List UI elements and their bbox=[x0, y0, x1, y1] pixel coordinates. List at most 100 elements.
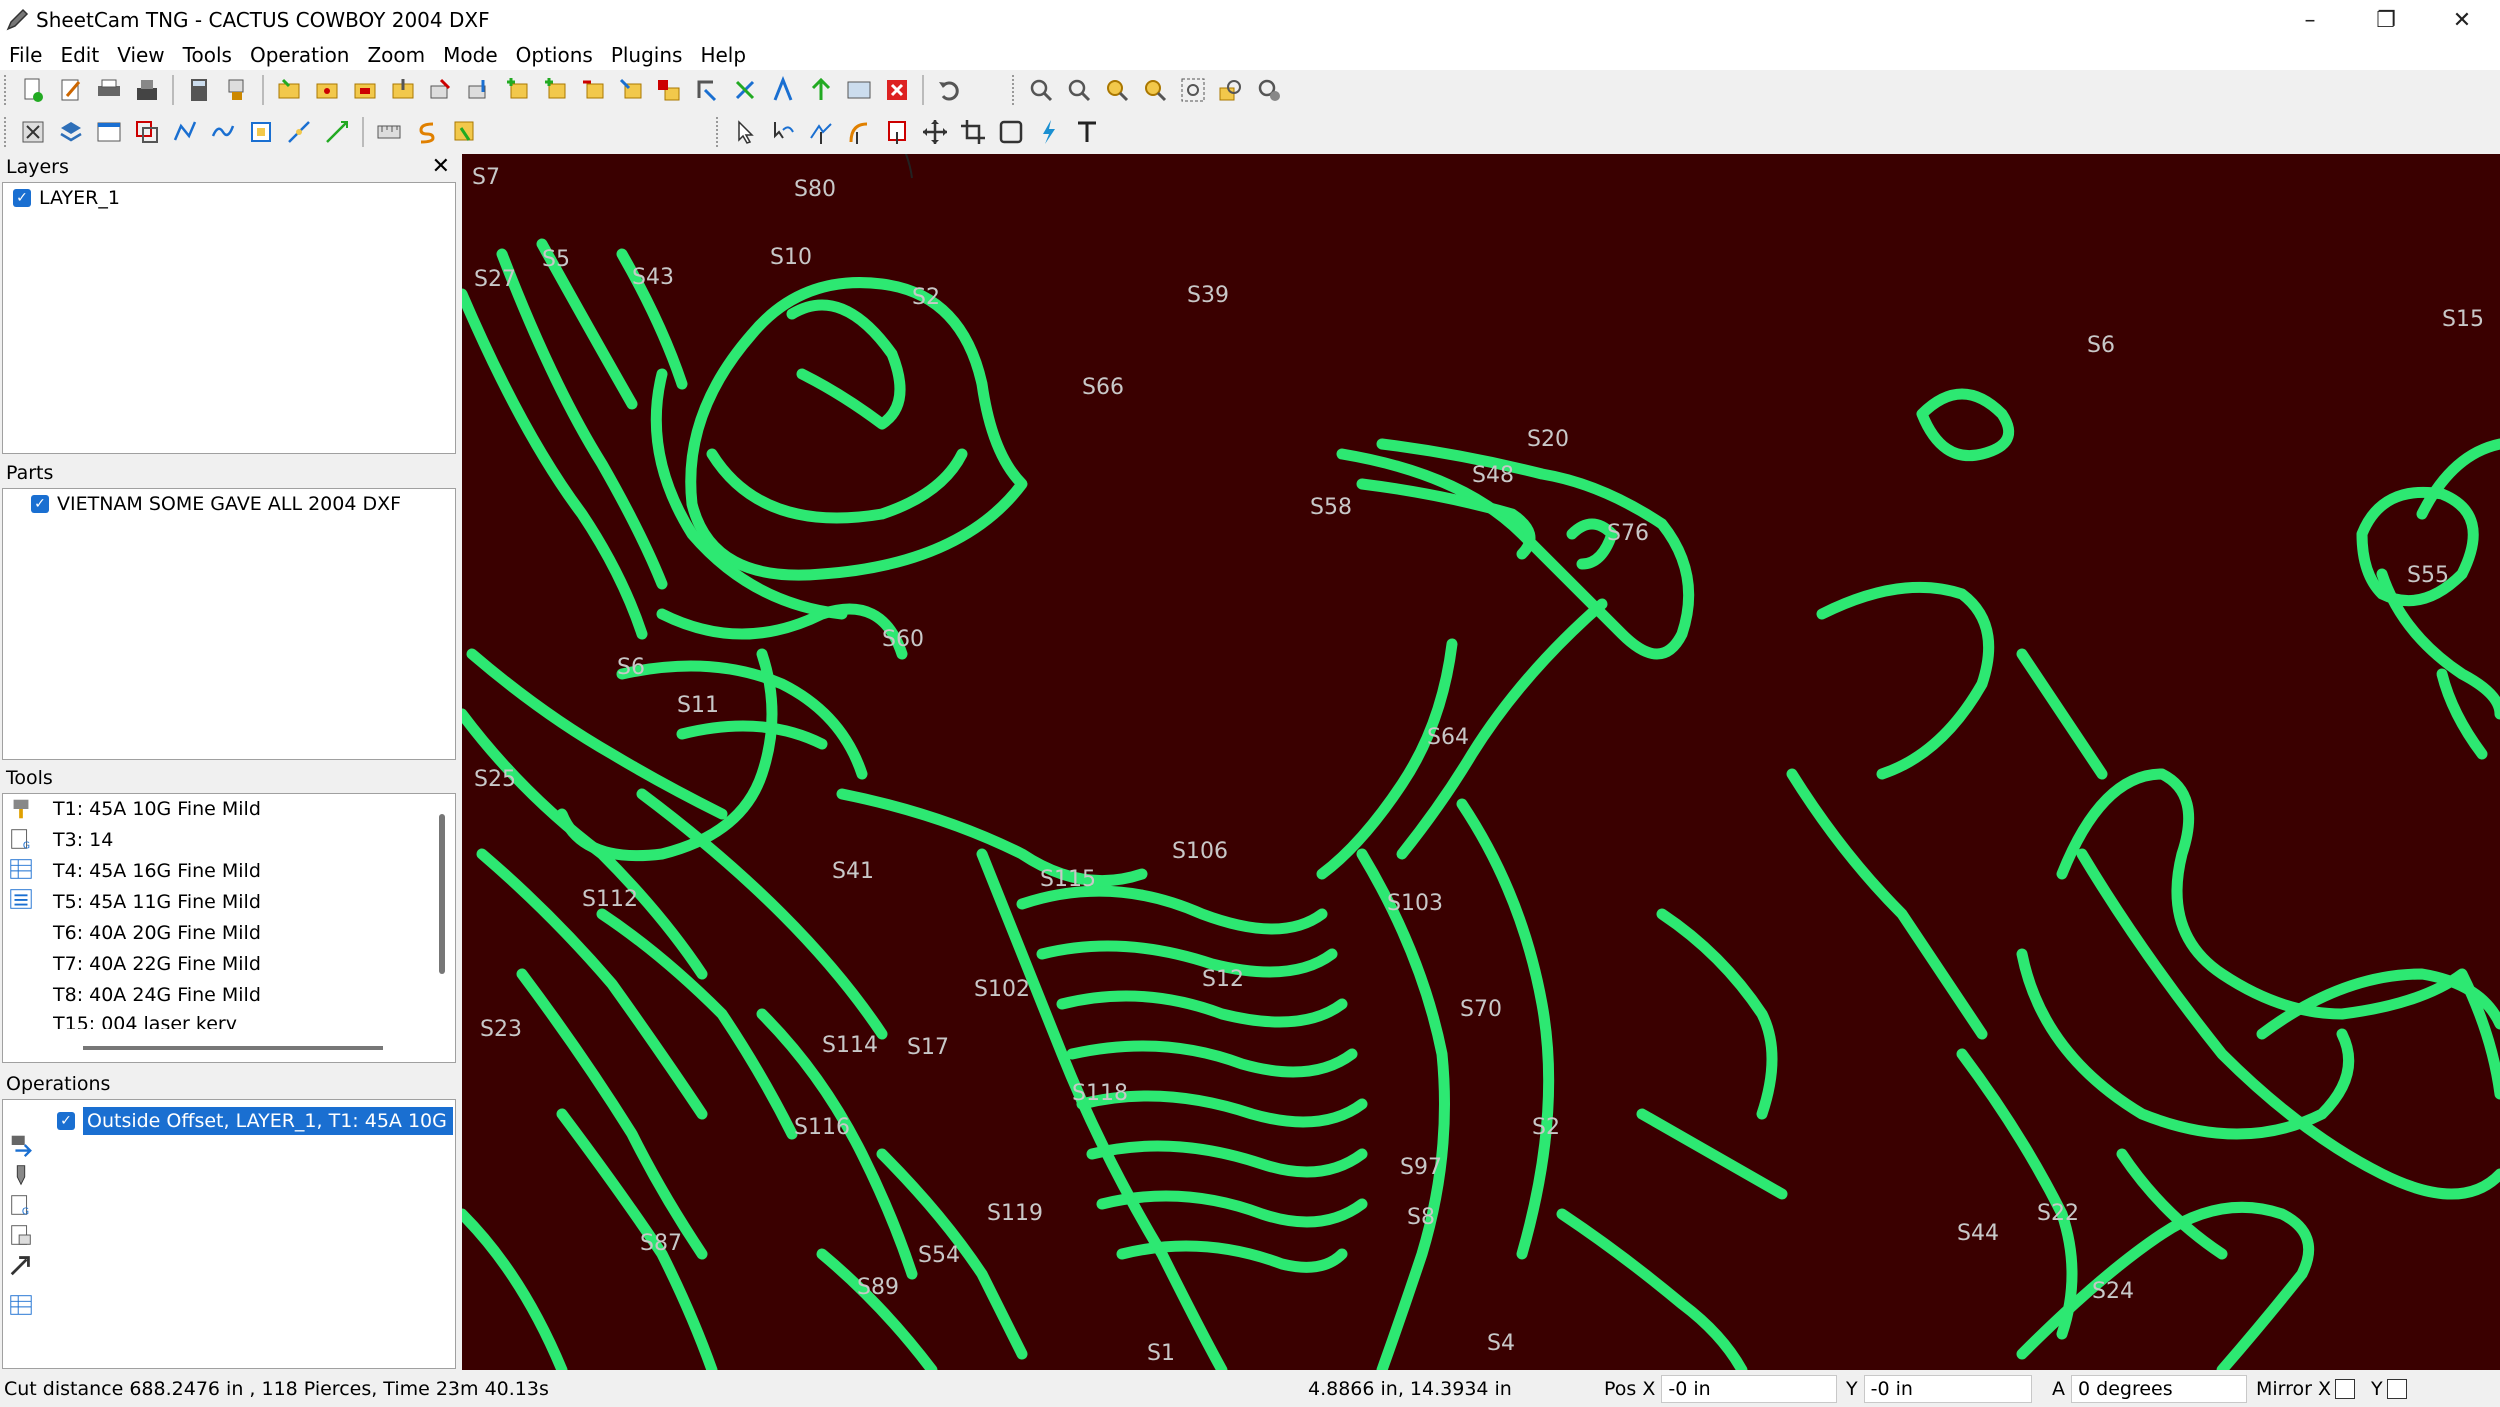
tools-horizontal-scrollbar[interactable] bbox=[83, 1046, 383, 1050]
minimize-button[interactable]: – bbox=[2272, 0, 2348, 40]
tool-item[interactable]: T1: 45A 10G Fine Mild bbox=[53, 794, 429, 825]
crop-icon[interactable] bbox=[956, 115, 990, 149]
menu-file[interactable]: File bbox=[0, 43, 51, 67]
select-path-icon[interactable] bbox=[766, 115, 800, 149]
menu-zoom[interactable]: Zoom bbox=[358, 43, 434, 67]
zoom-out-icon[interactable] bbox=[1062, 73, 1096, 107]
drawing-canvas[interactable]: S7 S80 S27 S5 S43 S10 S2 S39 S66 S20 S48… bbox=[462, 154, 2500, 1370]
op-lead-icon[interactable] bbox=[690, 73, 724, 107]
window-icon[interactable] bbox=[92, 115, 126, 149]
zoom-settings-icon[interactable] bbox=[1252, 73, 1286, 107]
zoom-extents-icon[interactable] bbox=[1176, 73, 1210, 107]
part-checkbox[interactable]: ✓ bbox=[31, 495, 49, 513]
menu-edit[interactable]: Edit bbox=[51, 43, 108, 67]
tool-item[interactable]: T8: 40A 24G Fine Mild bbox=[53, 980, 429, 1011]
script-icon[interactable] bbox=[410, 115, 444, 149]
menu-plugins[interactable]: Plugins bbox=[602, 43, 692, 67]
op-arrow-icon[interactable] bbox=[5, 1250, 37, 1280]
zoom-all-icon[interactable] bbox=[1138, 73, 1172, 107]
op-table-icon[interactable] bbox=[5, 1290, 37, 1320]
op-tab-icon[interactable] bbox=[652, 73, 686, 107]
post-process-icon[interactable] bbox=[130, 73, 164, 107]
tool-item[interactable]: T15: 004 laser kerv bbox=[53, 1011, 429, 1029]
toolbar-grip[interactable] bbox=[4, 75, 10, 105]
pos-x-input[interactable]: -0 in bbox=[1661, 1375, 1838, 1403]
op-engrave-icon[interactable] bbox=[424, 73, 458, 107]
zoom-window-icon[interactable] bbox=[1100, 73, 1134, 107]
machine-icon[interactable] bbox=[220, 73, 254, 107]
layer-checkbox[interactable]: ✓ bbox=[13, 189, 31, 207]
restore-button[interactable]: ❐ bbox=[2348, 0, 2424, 40]
measure-icon[interactable] bbox=[372, 115, 406, 149]
toolbar-grip-3[interactable] bbox=[716, 117, 722, 147]
zoom-in-icon[interactable] bbox=[1024, 73, 1058, 107]
op-doc2-icon[interactable] bbox=[5, 1220, 37, 1250]
calculator-icon[interactable] bbox=[182, 73, 216, 107]
undo-icon[interactable] bbox=[932, 73, 966, 107]
op-doc-icon[interactable]: G bbox=[5, 1190, 37, 1220]
tool-edit-icon[interactable]: G bbox=[5, 824, 37, 854]
tool-item[interactable]: T3: 14 bbox=[53, 825, 429, 856]
op-tool-icon[interactable] bbox=[5, 1160, 37, 1190]
menu-mode[interactable]: Mode bbox=[434, 43, 507, 67]
op-drill-icon[interactable] bbox=[386, 73, 420, 107]
edit-path-icon[interactable] bbox=[804, 115, 838, 149]
select-arrow-icon[interactable] bbox=[728, 115, 762, 149]
frame-icon[interactable] bbox=[994, 115, 1028, 149]
toolbar-grip-zoom[interactable] bbox=[1012, 75, 1018, 105]
tab-tool-icon[interactable] bbox=[448, 115, 482, 149]
operation-item[interactable]: ✓ Outside Offset, LAYER_1, T1: 45A 10G F… bbox=[57, 1106, 453, 1136]
layers-close-icon[interactable]: ✕ bbox=[432, 154, 450, 180]
tools-vertical-scrollbar[interactable] bbox=[439, 814, 445, 974]
op-pocket-icon[interactable] bbox=[348, 73, 382, 107]
path-wave-icon[interactable] bbox=[206, 115, 240, 149]
toolbar-grip-2[interactable] bbox=[4, 117, 10, 147]
offset-box-icon[interactable] bbox=[244, 115, 278, 149]
lightning-icon[interactable] bbox=[1032, 115, 1066, 149]
tool-item[interactable]: T5: 45A 11G Fine Mild bbox=[53, 887, 429, 918]
tool-item[interactable]: T4: 45A 16G Fine Mild bbox=[53, 856, 429, 887]
diagonal-tool-icon[interactable] bbox=[320, 115, 354, 149]
op-sort-icon[interactable] bbox=[766, 73, 800, 107]
options-icon[interactable] bbox=[16, 115, 50, 149]
path-node-icon[interactable] bbox=[168, 115, 202, 149]
op-add-icon[interactable] bbox=[5, 1130, 37, 1160]
close-window-button[interactable]: ✕ bbox=[2424, 0, 2500, 40]
op-split-icon[interactable] bbox=[804, 73, 838, 107]
op-plus-alt-icon[interactable] bbox=[538, 73, 572, 107]
menu-options[interactable]: Options bbox=[507, 43, 602, 67]
zoom-part-icon[interactable] bbox=[1214, 73, 1248, 107]
menu-view[interactable]: View bbox=[108, 43, 173, 67]
mirror-y-checkbox[interactable] bbox=[2386, 1379, 2407, 1399]
pos-y-input[interactable]: -0 in bbox=[1863, 1375, 2032, 1403]
move-icon[interactable] bbox=[918, 115, 952, 149]
view-icon[interactable] bbox=[842, 73, 876, 107]
start-point-icon[interactable] bbox=[842, 115, 876, 149]
menu-help[interactable]: Help bbox=[691, 43, 755, 67]
menu-operation[interactable]: Operation bbox=[241, 43, 359, 67]
tool-item[interactable]: T6: 40A 20G Fine Mild bbox=[53, 918, 429, 949]
op-profile-icon[interactable] bbox=[462, 73, 496, 107]
menu-tools[interactable]: Tools bbox=[174, 43, 241, 67]
new-file-icon[interactable] bbox=[16, 73, 50, 107]
op-plus-icon[interactable] bbox=[500, 73, 534, 107]
tool-add-icon[interactable] bbox=[5, 794, 37, 824]
op-minus-icon[interactable] bbox=[576, 73, 610, 107]
op-inside-icon[interactable] bbox=[310, 73, 344, 107]
stop-icon[interactable] bbox=[880, 73, 914, 107]
select-part-icon[interactable] bbox=[880, 115, 914, 149]
angle-input[interactable]: 0 degrees bbox=[2071, 1375, 2247, 1403]
op-outside-icon[interactable] bbox=[272, 73, 306, 107]
tool-table-icon[interactable] bbox=[5, 854, 37, 884]
layer-item[interactable]: ✓ LAYER_1 bbox=[3, 183, 455, 213]
operation-checkbox[interactable]: ✓ bbox=[57, 1112, 75, 1130]
layers-icon[interactable] bbox=[54, 115, 88, 149]
line-tool-icon[interactable] bbox=[282, 115, 316, 149]
mirror-x-checkbox[interactable] bbox=[2335, 1379, 2356, 1399]
print-icon[interactable] bbox=[92, 73, 126, 107]
offset-red-icon[interactable] bbox=[130, 115, 164, 149]
op-start-icon[interactable] bbox=[728, 73, 762, 107]
tool-list-icon[interactable] bbox=[5, 884, 37, 914]
edit-file-icon[interactable] bbox=[54, 73, 88, 107]
op-move-icon[interactable] bbox=[614, 73, 648, 107]
